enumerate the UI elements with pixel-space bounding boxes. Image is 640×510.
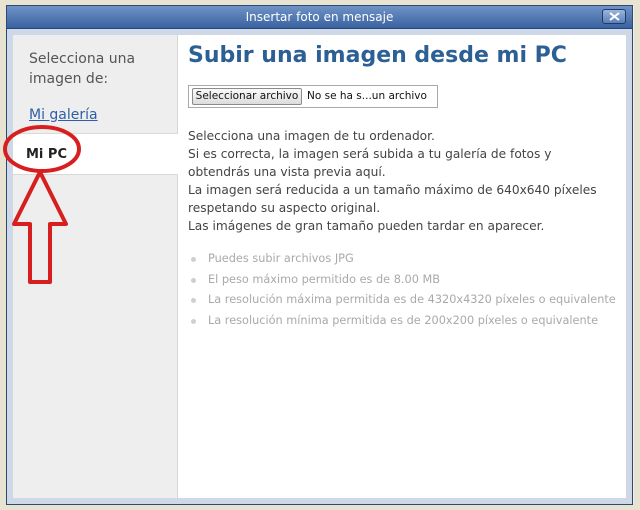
requirement-text: Puedes subir archivos JPG (208, 252, 354, 265)
requirement-text: El peso máximo permitido es de 8.00 MB (208, 272, 440, 286)
dialog-titlebar: Insertar foto en mensaje (7, 6, 632, 29)
bullet-icon (191, 257, 196, 262)
upload-panel: Subir una imagen desde mi PC Seleccionar… (178, 35, 626, 498)
requirement-item: El peso máximo permitido es de 8.00 MB (188, 270, 616, 291)
requirement-item: La resolución mínima permitida es de 200… (188, 311, 616, 332)
bullet-icon (191, 277, 196, 283)
select-file-button[interactable]: Seleccionar archivo (192, 88, 302, 105)
instruction-line: La imagen será reducida a un tamaño máxi… (188, 183, 597, 197)
sidebar-item-label: Mi PC (26, 147, 67, 162)
page-title: Subir una imagen desde mi PC (188, 43, 567, 68)
sidebar-divider (13, 174, 177, 175)
instruction-line: obtendrás una vista previa aquí. (188, 165, 386, 179)
source-prompt: Selecciona una imagen de: (29, 51, 136, 87)
close-icon (609, 12, 620, 21)
requirement-text: La resolución máxima permitida es de 432… (208, 293, 616, 306)
upload-requirements-list: Puedes subir archivos JPG El peso máximo… (188, 249, 616, 331)
instruction-line: respetando su aspecto original. (188, 201, 381, 215)
file-status-text: No se ha s...un archivo (307, 90, 427, 102)
insert-photo-dialog: Insertar foto en mensaje Selecciona una … (6, 5, 633, 505)
bullet-icon (191, 298, 196, 303)
requirement-text: La resolución mínima permitida es de 200… (208, 313, 599, 327)
requirement-item: Puedes subir archivos JPG (188, 249, 616, 270)
dialog-body: Selecciona una imagen de: Mi galería Mi … (7, 29, 632, 504)
close-button[interactable] (602, 9, 626, 24)
sidebar-item-my-pc[interactable]: Mi PC (13, 134, 178, 174)
page-background-right (634, 6, 640, 510)
dialog-title: Insertar foto en mensaje (245, 10, 394, 24)
instruction-line: Selecciona una imagen de tu ordenador. (188, 129, 435, 143)
source-sidebar: Selecciona una imagen de: Mi galería Mi … (13, 35, 178, 498)
file-input[interactable]: Seleccionar archivo No se ha s...un arch… (188, 85, 438, 108)
upload-instructions: Selecciona una imagen de tu ordenador. S… (188, 127, 597, 235)
requirement-item: La resolución máxima permitida es de 432… (188, 290, 616, 311)
instruction-line: Las imágenes de gran tamaño pueden tarda… (188, 219, 545, 233)
sidebar-item-gallery[interactable]: Mi galería (29, 107, 98, 123)
instruction-line: Si es correcta, la imagen será subida a … (188, 147, 552, 161)
bullet-icon (191, 318, 196, 324)
